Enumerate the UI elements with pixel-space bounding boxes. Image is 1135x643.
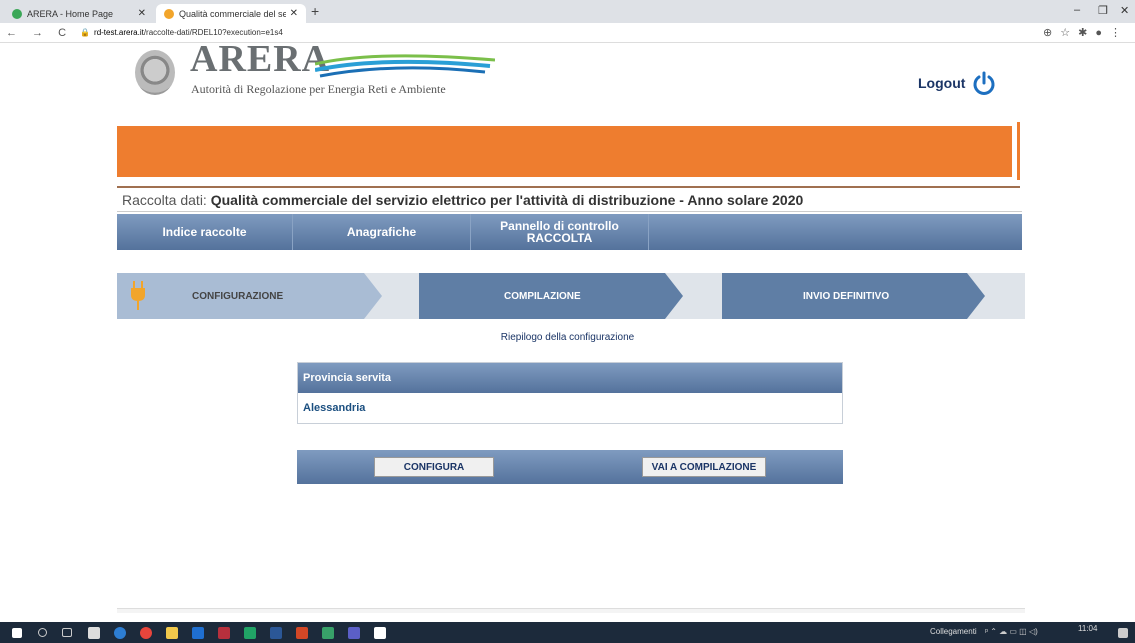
store-icon[interactable] xyxy=(88,627,100,639)
notifications-icon[interactable] xyxy=(1118,628,1128,638)
title-name: Qualità commerciale del servizio elettri… xyxy=(210,192,804,208)
windows-taskbar: Collegamenti ᵖ ⌃ ☁ ▭ ◫ ◁) 11:04 xyxy=(0,622,1135,643)
logout-label: Logout xyxy=(918,75,966,91)
arera-favicon-icon xyxy=(12,8,22,19)
orange-banner xyxy=(117,126,1012,177)
config-table: Provincia servita Alessandria xyxy=(297,362,843,424)
powerpoint-icon[interactable] xyxy=(296,627,308,639)
logo-waves-icon xyxy=(315,54,495,78)
task-view-icon[interactable] xyxy=(62,628,72,637)
nav-indice-raccolte[interactable]: Indice raccolte xyxy=(117,214,293,250)
teams-icon[interactable] xyxy=(348,627,360,639)
edge-icon[interactable] xyxy=(114,627,126,639)
republic-emblem-icon xyxy=(135,50,175,95)
address-bar: ← → C 🔒 rd-test.arera.it/raccolte-dati/R… xyxy=(0,23,1135,43)
lock-icon[interactable]: 🔒 xyxy=(80,28,90,37)
browser-tab-active[interactable]: Qualità commerciale del servizio ✕ xyxy=(156,4,306,23)
close-tab-icon[interactable]: ✕ xyxy=(290,8,298,19)
access-icon[interactable] xyxy=(218,627,230,639)
nav-anagrafiche[interactable]: Anagrafiche xyxy=(293,214,471,250)
outlook-icon[interactable] xyxy=(192,627,204,639)
system-tray-icons[interactable]: ᵖ ⌃ ☁ ▭ ◫ ◁) xyxy=(985,627,1038,636)
links-toolbar[interactable]: Collegamenti xyxy=(930,627,977,636)
nav-pannello-controllo[interactable]: Pannello di controllo RACCOLTA xyxy=(471,214,649,250)
publisher-icon[interactable] xyxy=(322,627,334,639)
summary-heading: Riepilogo della configurazione xyxy=(500,332,635,343)
title-prefix: Raccolta dati: xyxy=(122,192,211,208)
excel-icon[interactable] xyxy=(244,627,256,639)
browser-tab-home[interactable]: ARERA - Home Page ✕ xyxy=(4,4,154,23)
tab-title: Qualità commerciale del servizio xyxy=(179,8,286,19)
nav-label-line2: RACCOLTA xyxy=(526,231,593,245)
close-window-icon[interactable]: ✕ xyxy=(1120,4,1129,17)
close-tab-icon[interactable]: ✕ xyxy=(138,8,146,19)
arera-favicon-icon xyxy=(164,8,174,19)
clock[interactable]: 11:04 xyxy=(1078,624,1097,633)
minimize-icon[interactable]: – xyxy=(1074,4,1080,16)
file-explorer-icon[interactable] xyxy=(166,627,178,639)
divider xyxy=(117,211,1022,212)
step-configurazione[interactable]: CONFIGURAZIONE xyxy=(192,273,283,319)
new-tab-button[interactable]: + xyxy=(311,3,319,19)
arera-logo-text[interactable]: ARERA xyxy=(190,44,330,80)
chrome-icon[interactable] xyxy=(140,627,152,639)
plug-icon xyxy=(131,281,145,310)
maximize-icon[interactable]: ❐ xyxy=(1098,4,1108,17)
table-row: Alessandria xyxy=(303,402,366,414)
banner-edge xyxy=(1017,122,1020,180)
logout-button[interactable]: Logout xyxy=(918,70,997,96)
power-icon xyxy=(973,71,995,95)
tab-title: ARERA - Home Page xyxy=(27,8,114,19)
browser-toolbar-icons[interactable]: ⊕☆✱●⋮ xyxy=(1043,26,1129,39)
table-header: Provincia servita xyxy=(298,363,842,393)
browser-tab-bar: ARERA - Home Page ✕ Qualità commerciale … xyxy=(0,0,1135,23)
logo-subtitle: Autorità di Regolazione per Energia Reti… xyxy=(191,82,446,96)
page-footer xyxy=(117,608,1025,613)
page-title: Raccolta dati: Qualità commerciale del s… xyxy=(122,192,803,208)
banner-shadow xyxy=(117,186,1020,188)
search-icon[interactable] xyxy=(38,628,47,637)
browser-nav-icons[interactable]: ← → C xyxy=(6,27,72,39)
windows-start-icon[interactable] xyxy=(12,628,22,638)
url-field[interactable]: rd-test.arera.it/raccolte-dati/RDEL10?ex… xyxy=(94,28,283,37)
pdf-icon[interactable] xyxy=(374,627,386,639)
main-nav: Indice raccolte Anagrafiche Pannello di … xyxy=(117,214,1022,250)
action-bar: CONFIGURA VAI A COMPILAZIONE xyxy=(297,450,843,484)
word-icon[interactable] xyxy=(270,627,282,639)
step-compilazione[interactable]: COMPILAZIONE xyxy=(504,273,581,319)
configura-button[interactable]: CONFIGURA xyxy=(374,457,494,477)
step-invio-definitivo[interactable]: INVIO DEFINITIVO xyxy=(803,273,889,319)
vai-a-compilazione-button[interactable]: VAI A COMPILAZIONE xyxy=(642,457,766,477)
